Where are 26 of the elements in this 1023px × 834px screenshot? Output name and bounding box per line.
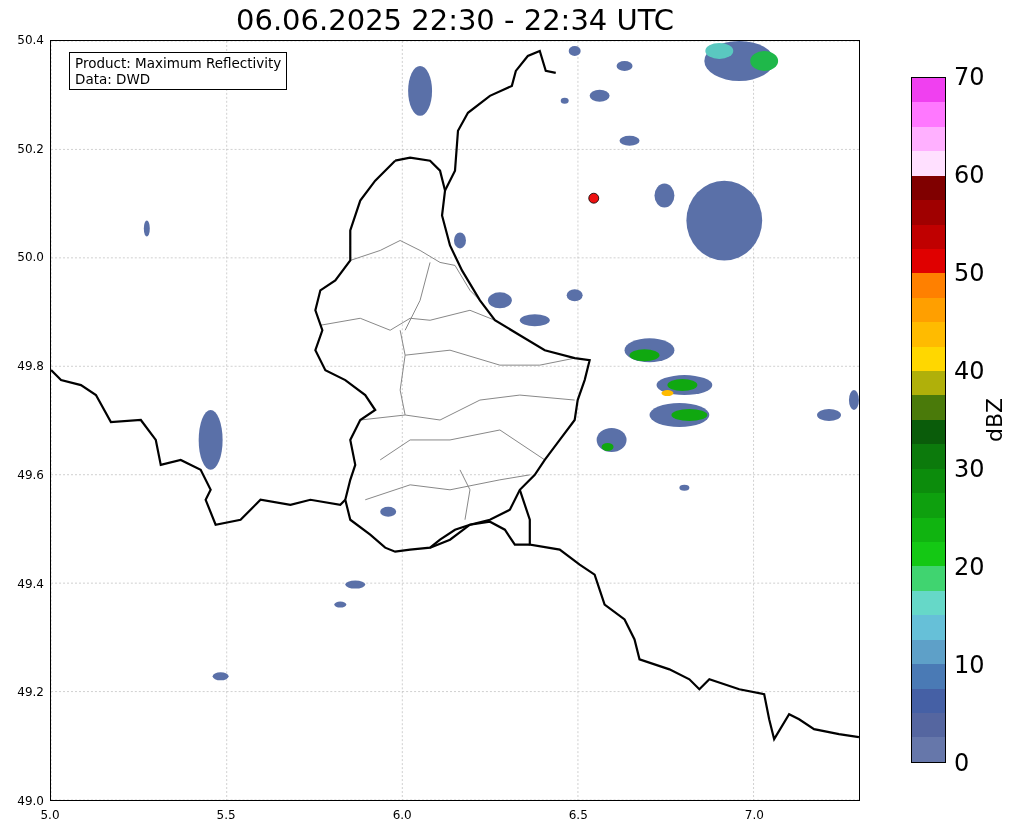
colorbar-tick-label: 30 bbox=[954, 455, 985, 483]
x-tick-label: 5.0 bbox=[40, 808, 60, 822]
colorbar-tick-label: 40 bbox=[954, 357, 985, 385]
y-tick-label: 49.0 bbox=[17, 794, 44, 808]
colorbar-tick-label: 0 bbox=[954, 749, 970, 777]
info-text: Product: Maximum Reflectivity bbox=[75, 55, 282, 71]
colorbar-tick-label: 10 bbox=[954, 651, 985, 679]
colorbar-tick-label: 20 bbox=[954, 553, 985, 581]
colorbar-tick-label: 60 bbox=[954, 161, 985, 189]
y-tick-label: 49.8 bbox=[17, 359, 44, 374]
y-tick-label: 49.4 bbox=[17, 576, 44, 591]
y-tick-label: 50.4 bbox=[17, 33, 44, 47]
chart-title: 06.06.2025 22:30 - 22:34 UTC bbox=[235, 2, 675, 39]
radar-site-marker bbox=[588, 192, 600, 204]
x-tick-label: 5.5 bbox=[216, 808, 236, 822]
y-tick-label: 49.6 bbox=[17, 467, 44, 482]
y-tick-label: 50.0 bbox=[17, 250, 44, 265]
y-tick-label: 49.2 bbox=[17, 685, 44, 700]
info-text: Data: DWD bbox=[75, 71, 152, 87]
x-tick-label: 6.0 bbox=[392, 808, 412, 822]
x-tick-label: 6.5 bbox=[568, 808, 588, 822]
colorbar-tick-label: 50 bbox=[954, 259, 985, 287]
colorbar-tick-label: 70 bbox=[954, 63, 985, 91]
x-tick-label: 7.0 bbox=[744, 808, 764, 822]
colorbar-label: dBZ bbox=[981, 397, 1007, 443]
y-tick-label: 50.2 bbox=[17, 141, 44, 156]
